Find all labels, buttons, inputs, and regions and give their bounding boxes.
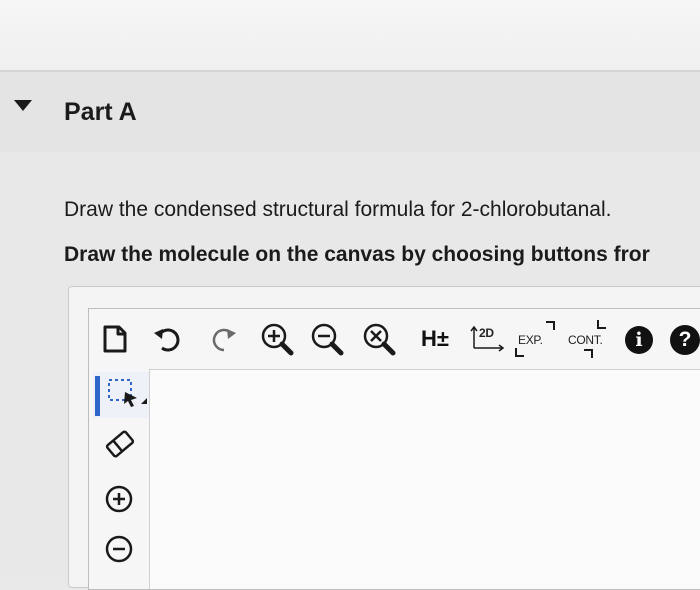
help-icon: ? (670, 325, 700, 355)
zoom-in-button[interactable] (258, 320, 296, 358)
negative-charge-icon (105, 535, 133, 563)
select-lasso-button[interactable] (93, 372, 149, 418)
drawing-canvas[interactable] (150, 370, 700, 582)
header-band (0, 0, 700, 72)
zoom-out-button[interactable] (308, 320, 346, 358)
redo-button[interactable] (206, 324, 240, 354)
positive-charge-button[interactable] (102, 482, 136, 516)
disclosure-triangle-icon[interactable] (14, 100, 32, 111)
hydrogen-toggle-button[interactable]: H± (410, 324, 460, 354)
expand-button[interactable]: EXP. (512, 318, 558, 360)
info-icon: i (625, 326, 653, 354)
select-lasso-icon (108, 379, 147, 407)
instruction-text: Draw the molecule on the canvas by choos… (64, 243, 650, 266)
undo-button[interactable] (150, 324, 184, 354)
negative-charge-button[interactable] (102, 532, 136, 566)
selected-indicator (95, 376, 100, 416)
help-button[interactable]: ? (670, 324, 700, 356)
question-text: Draw the condensed structural formula fo… (64, 198, 612, 221)
redo-icon (212, 328, 236, 352)
contract-label: CONT. (568, 333, 603, 347)
positive-charge-icon (105, 485, 133, 513)
part-title: Part A (64, 98, 137, 126)
clean-2d-button[interactable]: 2D (468, 322, 508, 356)
contract-button[interactable]: CONT. (564, 318, 614, 360)
undo-icon (154, 328, 180, 352)
info-button[interactable]: i (624, 325, 654, 355)
clear-icon (363, 323, 396, 356)
new-document-icon (103, 325, 127, 353)
zoom-in-icon (261, 323, 294, 356)
eraser-button[interactable] (100, 424, 140, 464)
clear-button[interactable] (360, 320, 398, 358)
clean-2d-label: 2D (479, 326, 494, 340)
eraser-icon (105, 430, 135, 458)
new-document-button[interactable] (100, 322, 130, 356)
zoom-out-icon (311, 323, 344, 356)
expand-label: EXP. (518, 333, 543, 347)
